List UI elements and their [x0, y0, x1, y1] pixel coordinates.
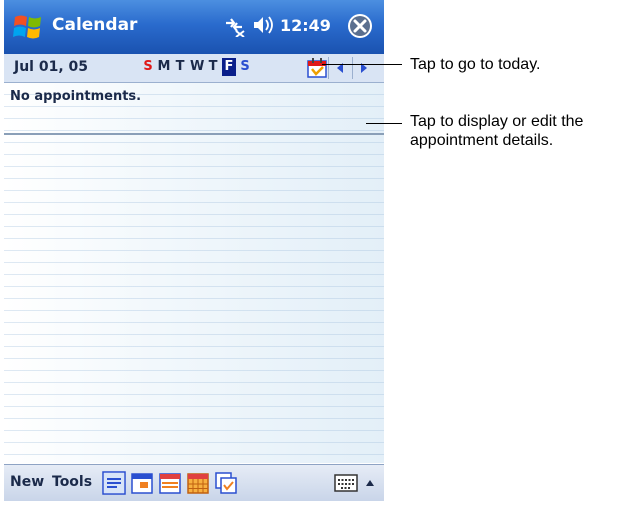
speaker-icon[interactable]: [252, 14, 276, 36]
year-view-icon[interactable]: [214, 471, 238, 495]
nav-divider: [328, 57, 329, 79]
left-arrow-icon[interactable]: [330, 58, 350, 78]
current-date[interactable]: Jul 01, 05: [14, 59, 88, 75]
details-callout-line1: Tap to display or edit the: [410, 113, 584, 130]
pocket-pc-screen: Calendar 12:49 Jul 01, 05 S M T W T F S: [4, 0, 384, 512]
title-bar: Calendar 12:49: [4, 0, 384, 54]
up-arrow-icon[interactable]: [362, 473, 378, 493]
today-callout: Tap to go to today.: [410, 56, 541, 73]
app-title: Calendar: [52, 15, 138, 35]
appointment-list[interactable]: No appointments.: [4, 83, 384, 463]
keyboard-icon[interactable]: [334, 473, 358, 493]
day-wednesday[interactable]: W: [190, 58, 204, 76]
day-thursday[interactable]: T: [206, 58, 220, 76]
day-monday[interactable]: M: [157, 58, 171, 76]
date-navigation-bar: Jul 01, 05 S M T W T F S: [4, 54, 384, 83]
day-friday[interactable]: F: [222, 58, 236, 76]
clock[interactable]: 12:49: [280, 16, 331, 35]
week-view-icon[interactable]: [158, 471, 182, 495]
agenda-view-icon[interactable]: [102, 471, 126, 495]
right-arrow-icon[interactable]: [354, 58, 374, 78]
day-saturday[interactable]: S: [238, 58, 252, 76]
close-icon[interactable]: [346, 12, 374, 40]
nav-divider: [352, 57, 353, 79]
day-view-icon[interactable]: [130, 471, 154, 495]
connectivity-icon[interactable]: [222, 13, 246, 37]
today-callout-leader: [322, 64, 402, 65]
details-callout: Tap to display or edit the appointment d…: [410, 112, 583, 150]
details-callout-leader: [366, 123, 402, 124]
details-callout-line2: appointment details.: [410, 132, 554, 149]
tools-menu[interactable]: Tools: [52, 474, 92, 490]
day-sunday[interactable]: S: [141, 58, 155, 76]
day-tuesday[interactable]: T: [173, 58, 187, 76]
new-menu[interactable]: New: [10, 474, 44, 490]
windows-flag-icon[interactable]: [12, 11, 44, 43]
menu-bar: New Tools: [4, 464, 384, 501]
month-view-icon[interactable]: [186, 471, 210, 495]
today-calendar-icon[interactable]: [306, 57, 328, 79]
empty-message: No appointments.: [10, 89, 142, 104]
appointment-divider: [4, 133, 384, 135]
